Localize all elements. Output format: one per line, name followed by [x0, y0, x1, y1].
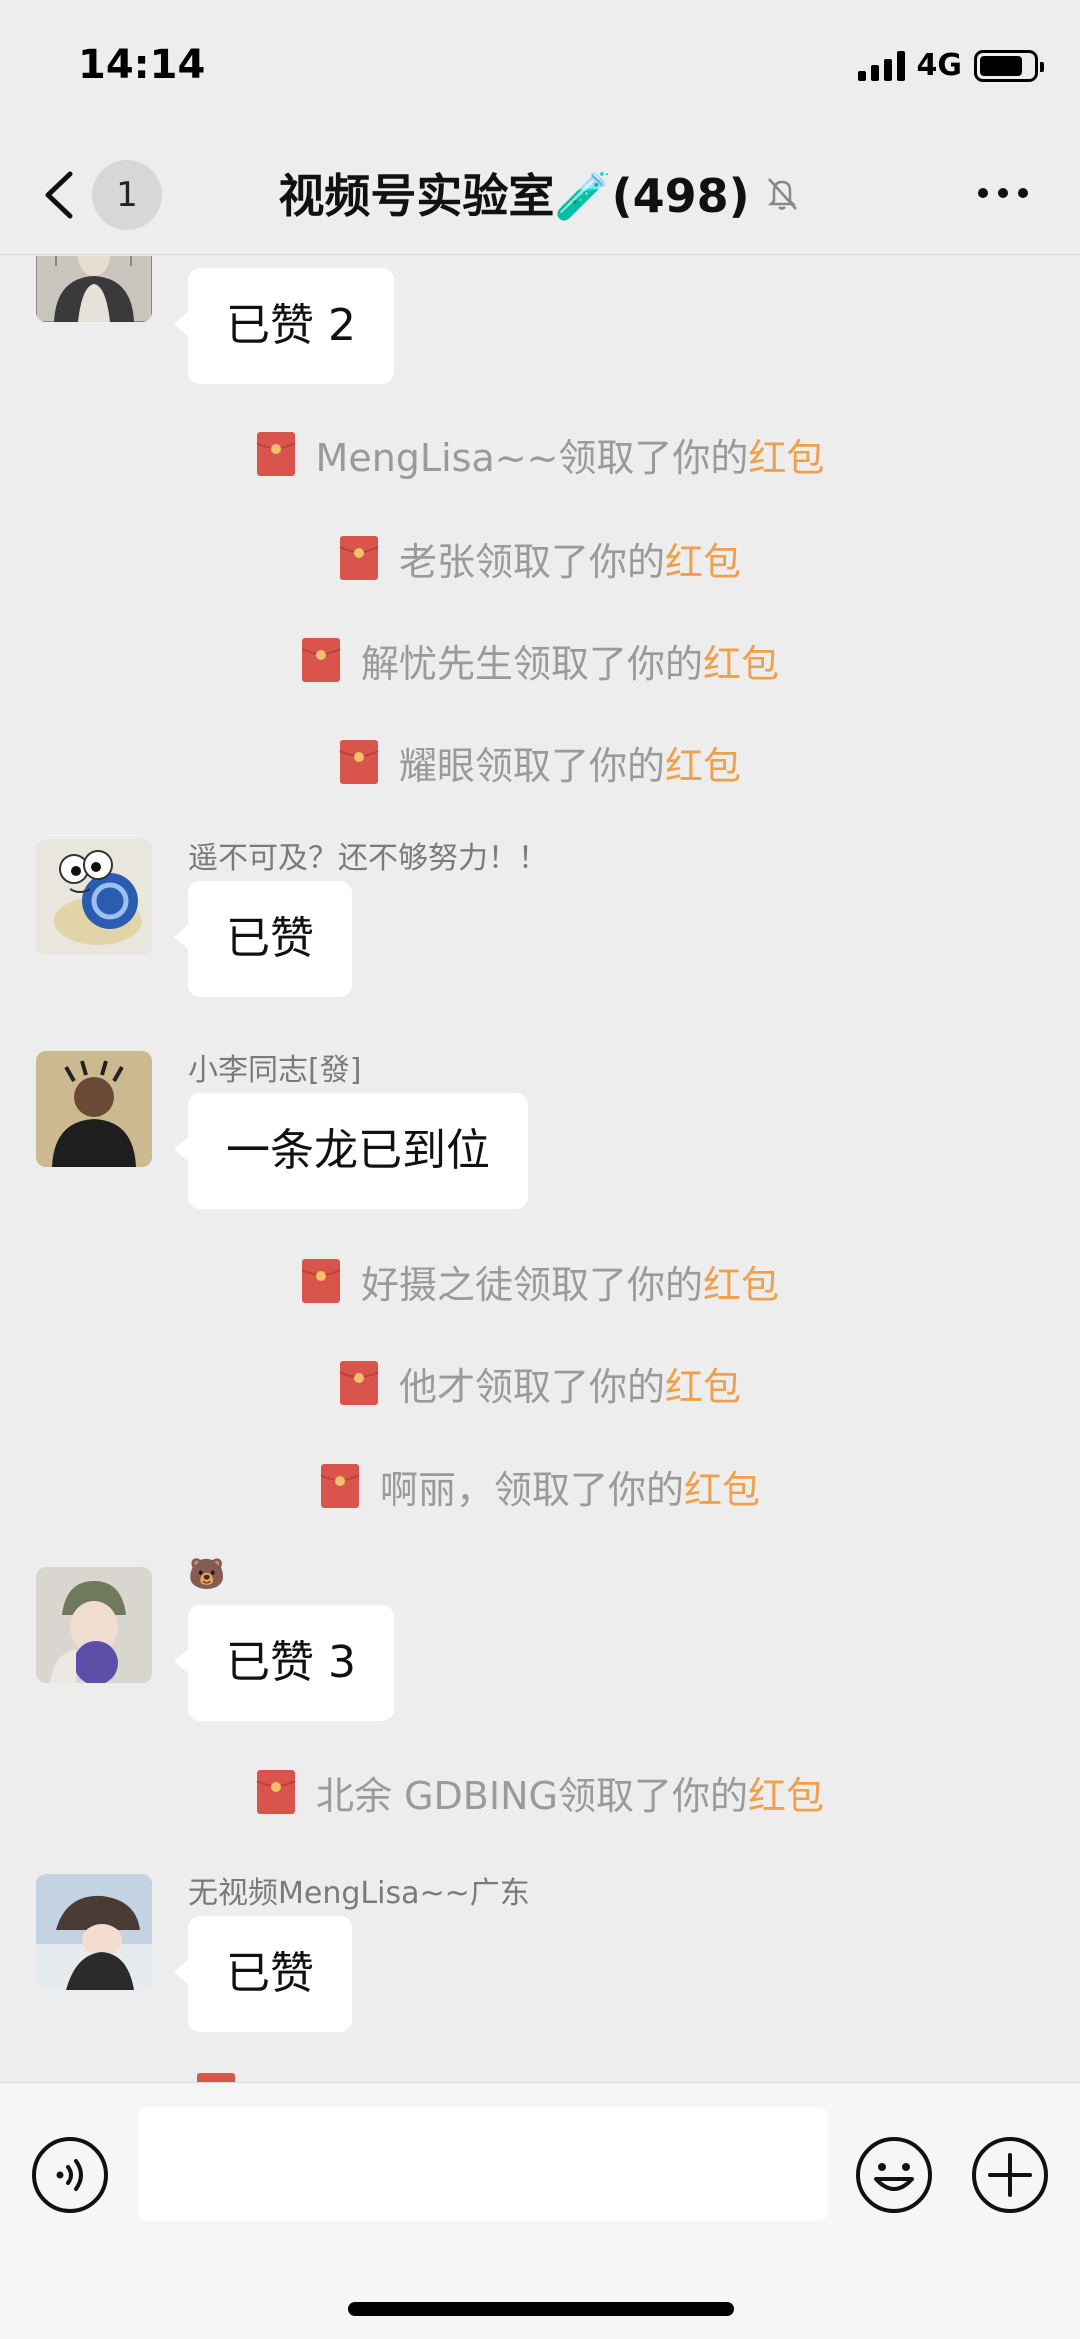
sender-name: 小李同志[發]: [188, 1053, 362, 1088]
red-packet-link[interactable]: 红包: [684, 1468, 760, 1512]
notice-text: 好摄之徒领取了你的: [360, 1262, 703, 1307]
sender-name: 无视频MengLisa~~广东: [188, 1876, 530, 1911]
status-indicators: 4G: [857, 48, 1044, 83]
status-time: 14:14: [78, 42, 206, 88]
red-envelope-icon: [301, 638, 341, 682]
message-bubble[interactable]: 已赞: [174, 1916, 352, 2032]
red-packet-notice: 他才领取了你的红包: [0, 1353, 1080, 1413]
avatar[interactable]: [36, 1051, 152, 1167]
red-packet-notice: 解忧先生领取了你的红包: [0, 630, 1080, 690]
emoji-icon[interactable]: [854, 2135, 934, 2215]
red-packet-notice: 北余 GDBING领取了你的红包: [0, 1762, 1080, 1822]
message-bubble[interactable]: 已赞 3: [174, 1605, 394, 1721]
red-packet-notice: 老张领取了你的红包: [0, 528, 1080, 588]
avatar[interactable]: [36, 839, 152, 955]
red-packet-notice: 好摄之徒领取了你的红包: [0, 1251, 1080, 1311]
red-envelope-icon: [339, 536, 379, 580]
red-packet-link[interactable]: 红包: [703, 1263, 779, 1307]
notice-text: 老张领取了你的: [398, 539, 665, 584]
network-type: 4G: [916, 48, 963, 83]
bell-slash-icon: [767, 178, 797, 210]
red-packet-link[interactable]: 红包: [665, 540, 741, 584]
ellipsis-icon[interactable]: [978, 188, 1028, 198]
chat-history[interactable]: 已赞 2 MengLisa~~领取了你的红包 老张领取了你的红包 解忧先生领取了…: [0, 256, 1080, 2082]
chat-title: 视频号实验室🧪(498): [0, 160, 1080, 226]
red-packet-link[interactable]: 红包: [703, 642, 779, 686]
avatar[interactable]: [36, 256, 152, 322]
red-envelope-icon: [197, 2073, 235, 2082]
notice-text: 北余 GDBING领取了你的: [316, 1773, 748, 1818]
red-packet-link[interactable]: 红包: [748, 1774, 824, 1818]
red-packet-notice: MengLisa~~领取了你的红包: [0, 424, 1080, 484]
avatar[interactable]: [36, 1567, 152, 1683]
voice-icon[interactable]: [30, 2135, 110, 2215]
red-packet-link[interactable]: 红包: [748, 436, 824, 480]
notice-text: 耀眼领取了你的: [398, 743, 665, 788]
chat-title-text: 视频号实验室🧪(498): [278, 169, 750, 223]
message-bubble[interactable]: 一条龙已到位: [174, 1093, 528, 1209]
message-input[interactable]: [138, 2107, 828, 2221]
avatar[interactable]: [36, 1874, 152, 1990]
sender-name: 遥不可及？还不够努力！！: [188, 841, 548, 876]
red-envelope-icon: [256, 432, 296, 476]
notice-text: 他才领取了你的: [398, 1364, 665, 1409]
signal-icon: [857, 50, 905, 81]
message-bubble[interactable]: 已赞: [174, 881, 352, 997]
battery-level: [980, 55, 1022, 76]
status-bar: 14:14 4G: [0, 0, 1080, 130]
message-bubble[interactable]: 已赞 2: [174, 268, 394, 384]
red-packet-notice: 啊丽，领取了你的红包: [0, 1456, 1080, 1516]
home-indicator[interactable]: [348, 2302, 734, 2316]
battery-icon: [974, 49, 1044, 82]
red-envelope-icon: [320, 1464, 360, 1508]
notice-text: 啊丽，领取了你的: [379, 1467, 684, 1512]
red-envelope-icon: [256, 1770, 296, 1814]
notice-text: MengLisa~~领取了你的: [315, 435, 749, 480]
red-packet-link[interactable]: 红包: [665, 744, 741, 788]
red-envelope-icon: [301, 1259, 341, 1303]
red-envelope-icon: [339, 1361, 379, 1405]
red-packet-link[interactable]: 红包: [665, 1365, 741, 1409]
nav-bar: 1 视频号实验室🧪(498): [0, 130, 1080, 255]
red-packet-notice: 耀眼领取了你的红包: [0, 732, 1080, 792]
sender-name: 🐻: [188, 1557, 226, 1592]
plus-icon[interactable]: [970, 2135, 1050, 2215]
input-bar: [0, 2082, 1080, 2339]
notice-text: 解忧先生领取了你的: [360, 641, 703, 686]
red-envelope-icon: [339, 740, 379, 784]
